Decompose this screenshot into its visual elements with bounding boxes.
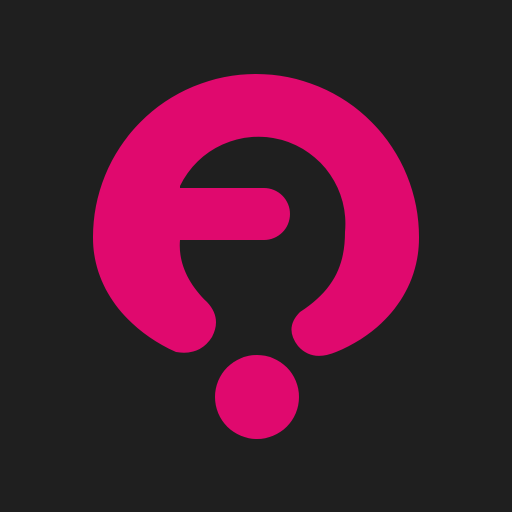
question-mark-dot — [215, 355, 299, 439]
app-icon-canvas — [0, 0, 512, 512]
